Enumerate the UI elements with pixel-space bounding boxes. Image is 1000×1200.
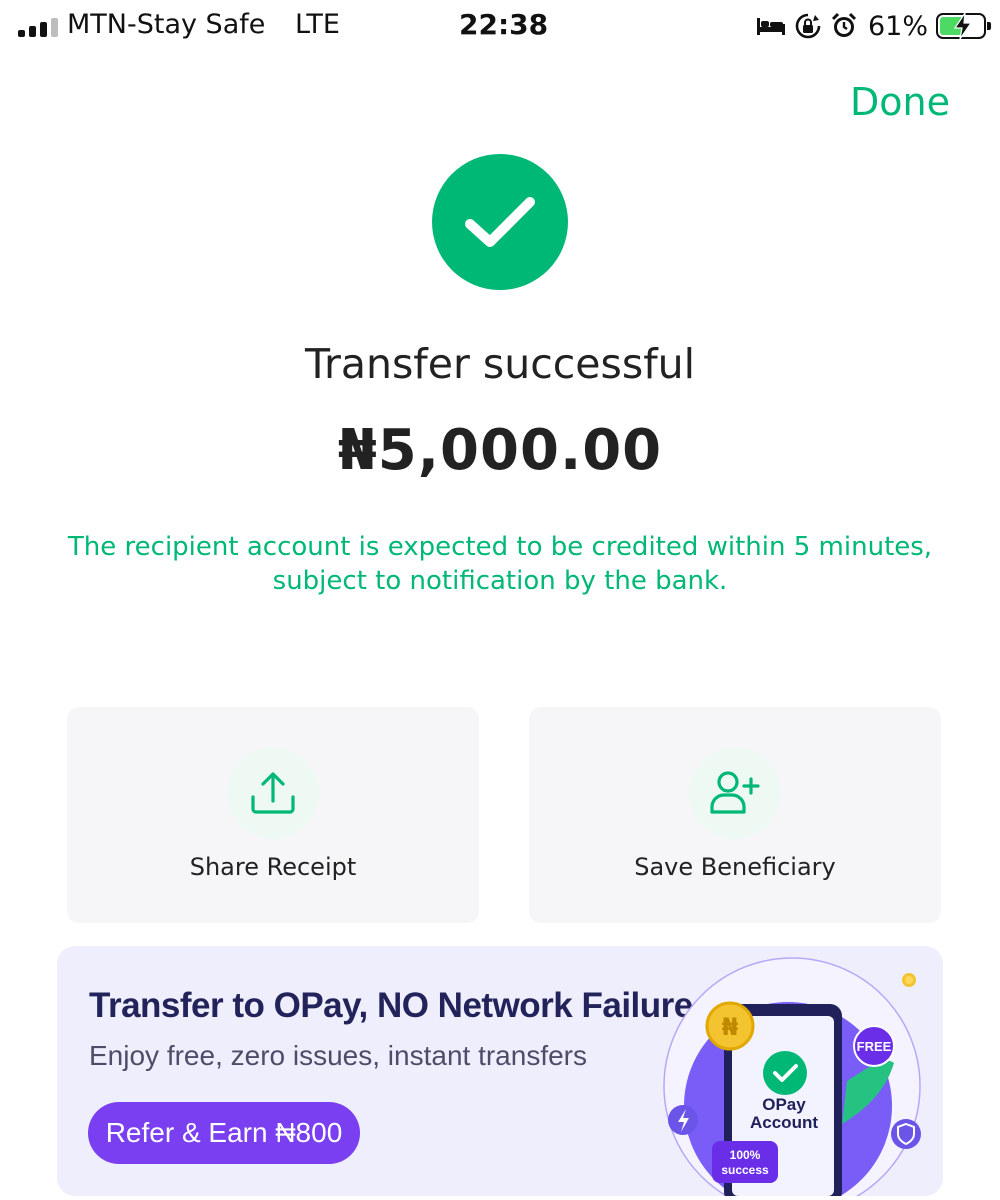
promo-badge-success-line1: 100% <box>730 1148 761 1162</box>
credit-notice: The recipient account is expected to be … <box>67 532 933 596</box>
share-receipt-label: Share Receipt <box>189 853 357 881</box>
share-receipt-button[interactable]: Share Receipt <box>67 707 479 923</box>
transfer-amount: ₦5,000.00 <box>337 418 663 483</box>
save-beneficiary-label: Save Beneficiary <box>634 853 836 881</box>
carrier-name: MTN-Stay Safe <box>67 9 266 40</box>
rotation-lock-icon <box>795 13 821 39</box>
signal-icon <box>18 17 58 37</box>
share-icon <box>227 747 319 839</box>
save-beneficiary-button[interactable]: Save Beneficiary <box>529 707 941 923</box>
battery-percentage: 61% <box>867 10 928 42</box>
network-type: LTE <box>295 9 340 40</box>
refer-earn-button[interactable]: Refer & Earn ₦800 <box>88 1102 360 1164</box>
promo-badge-success-line2: success <box>721 1163 769 1177</box>
promo-phone-title-line2: Account <box>750 1113 818 1132</box>
add-user-icon <box>689 747 781 839</box>
promo-subtitle: Enjoy free, zero issues, instant transfe… <box>89 1040 587 1071</box>
alarm-icon <box>831 12 857 37</box>
promo-illustration: OPay Account 100% success ₦ FREE <box>663 957 921 1196</box>
promo-badge-free: FREE <box>857 1039 892 1054</box>
promo-banner[interactable]: Transfer to OPay, NO Network Failure Enj… <box>57 946 943 1196</box>
transfer-status-title: Transfer successful <box>304 340 696 388</box>
promo-phone-title-line1: OPay <box>762 1095 806 1114</box>
bed-icon <box>756 18 785 35</box>
done-button[interactable]: Done <box>850 80 950 124</box>
success-check-icon <box>432 154 568 290</box>
status-bar: MTN-Stay Safe LTE 22:38 61% <box>0 0 1000 52</box>
promo-coin-symbol: ₦ <box>722 1013 739 1041</box>
status-time: 22:38 <box>459 8 549 41</box>
battery-charging-icon <box>936 13 991 39</box>
